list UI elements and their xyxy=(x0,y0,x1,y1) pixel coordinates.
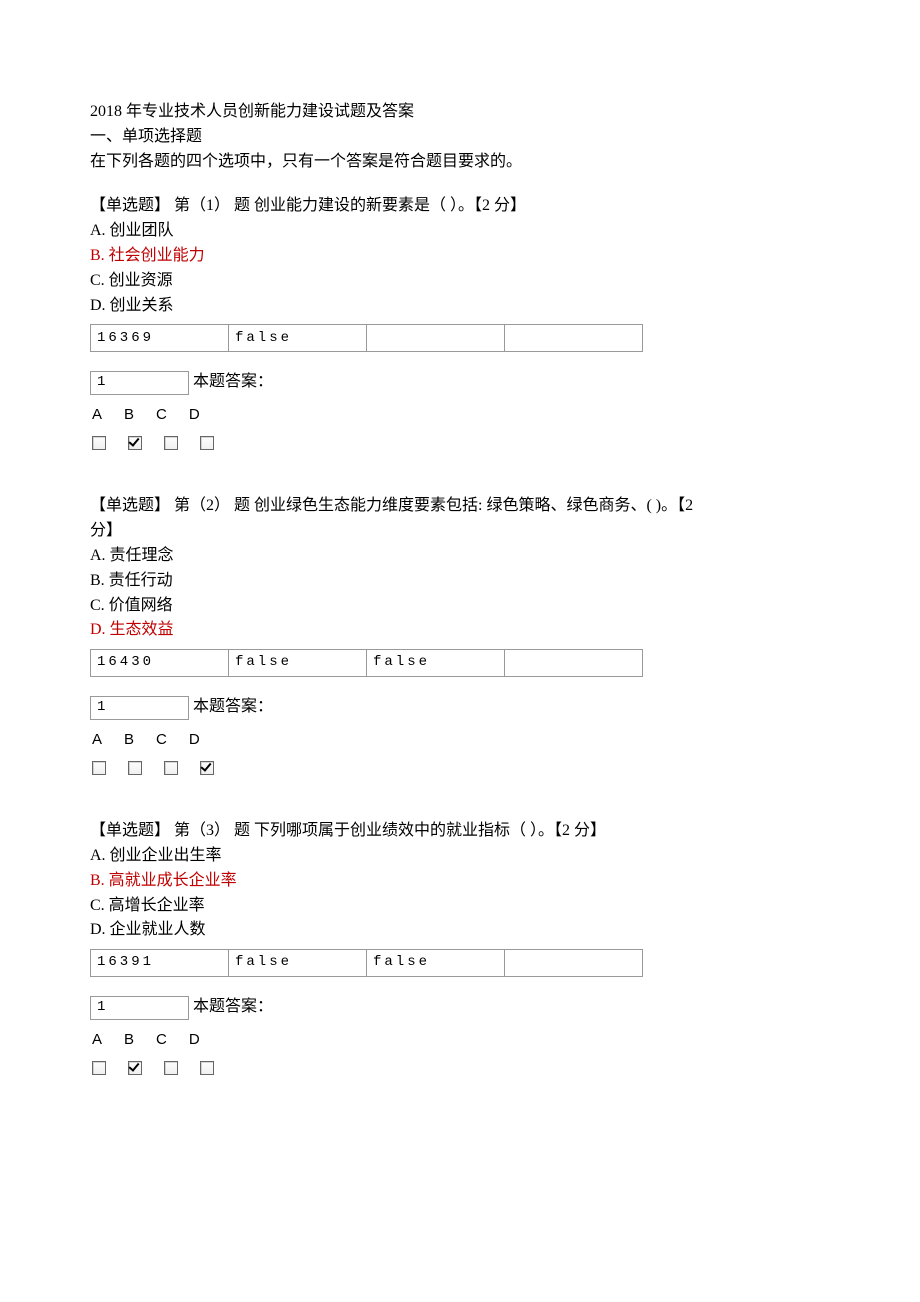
table-cell: false xyxy=(229,950,367,977)
table-cell xyxy=(505,650,643,677)
table-cell xyxy=(505,950,643,977)
answer-label: 本题答案： xyxy=(193,695,273,720)
option-a: A. 创业企业出生率 xyxy=(90,844,830,869)
checkbox-row xyxy=(90,436,830,450)
choice-col-b: B xyxy=(124,403,134,426)
checkbox-c[interactable] xyxy=(164,761,178,775)
option-d: D. 企业就业人数 xyxy=(90,918,830,943)
checkbox-a[interactable] xyxy=(92,1061,106,1075)
option-b: B. 高就业成长企业率 xyxy=(90,869,830,894)
choice-col-d: D xyxy=(189,403,200,426)
choice-col-a: A xyxy=(92,728,102,751)
option-d: D. 生态效益 xyxy=(90,618,830,643)
choice-header: A B C D xyxy=(90,1028,830,1051)
checkbox-b[interactable] xyxy=(128,436,142,450)
option-b: B. 责任行动 xyxy=(90,569,830,594)
checkbox-d[interactable] xyxy=(200,761,214,775)
table-row: 16369 false xyxy=(91,325,643,352)
checkbox-b[interactable] xyxy=(128,761,142,775)
sequence-box: 1 xyxy=(90,371,189,395)
data-table: 16369 false xyxy=(90,324,643,352)
choice-header: A B C D xyxy=(90,728,830,751)
sequence-box: 1 xyxy=(90,996,189,1020)
checkbox-b[interactable] xyxy=(128,1061,142,1075)
table-cell: 16430 xyxy=(91,650,229,677)
table-cell: false xyxy=(229,650,367,677)
choice-col-c: C xyxy=(156,1028,167,1051)
option-a: A. 责任理念 xyxy=(90,544,830,569)
table-cell: 16369 xyxy=(91,325,229,352)
choice-col-d: D xyxy=(189,1028,200,1051)
answer-label: 本题答案： xyxy=(193,995,273,1020)
checkbox-c[interactable] xyxy=(164,1061,178,1075)
table-row: 16391 false false xyxy=(91,950,643,977)
checkbox-c[interactable] xyxy=(164,436,178,450)
checkbox-row xyxy=(90,761,830,775)
choice-col-a: A xyxy=(92,1028,102,1051)
checkbox-a[interactable] xyxy=(92,761,106,775)
instruction-text: 在下列各题的四个选项中，只有一个答案是符合题目要求的。 xyxy=(90,150,830,175)
section-heading: 一、单项选择题 xyxy=(90,125,830,150)
table-cell xyxy=(505,325,643,352)
choice-col-b: B xyxy=(124,1028,134,1051)
table-row: 16430 false false xyxy=(91,650,643,677)
answer-label: 本题答案： xyxy=(193,370,273,395)
choice-header: A B C D xyxy=(90,403,830,426)
table-cell xyxy=(367,325,505,352)
question-prompt: 【单选题】 第（3） 题 下列哪项属于创业绩效中的就业指标（ ）。【2 分】 xyxy=(90,819,830,844)
page-title: 2018 年专业技术人员创新能力建设试题及答案 xyxy=(90,100,830,125)
sequence-box: 1 xyxy=(90,696,189,720)
table-cell: 16391 xyxy=(91,950,229,977)
choice-col-c: C xyxy=(156,403,167,426)
question-prompt: 【单选题】 第（2） 题 创业绿色生态能力维度要素包括: 绿色策略、绿色商务、(… xyxy=(90,494,830,519)
option-b: B. 社会创业能力 xyxy=(90,244,830,269)
choice-col-d: D xyxy=(189,728,200,751)
data-table: 16430 false false xyxy=(90,649,643,677)
checkbox-d[interactable] xyxy=(200,436,214,450)
option-c: C. 价值网络 xyxy=(90,594,830,619)
data-table: 16391 false false xyxy=(90,949,643,977)
checkbox-d[interactable] xyxy=(200,1061,214,1075)
checkbox-a[interactable] xyxy=(92,436,106,450)
table-cell: false xyxy=(229,325,367,352)
table-cell: false xyxy=(367,650,505,677)
question-prompt-cont: 分】 xyxy=(90,519,830,544)
choice-col-c: C xyxy=(156,728,167,751)
option-d: D. 创业关系 xyxy=(90,294,830,319)
checkbox-row xyxy=(90,1061,830,1075)
choice-col-a: A xyxy=(92,403,102,426)
option-a: A. 创业团队 xyxy=(90,219,830,244)
option-c: C. 创业资源 xyxy=(90,269,830,294)
table-cell: false xyxy=(367,950,505,977)
option-c: C. 高增长企业率 xyxy=(90,894,830,919)
question-prompt: 【单选题】 第（1） 题 创业能力建设的新要素是（ ）。【2 分】 xyxy=(90,194,830,219)
choice-col-b: B xyxy=(124,728,134,751)
